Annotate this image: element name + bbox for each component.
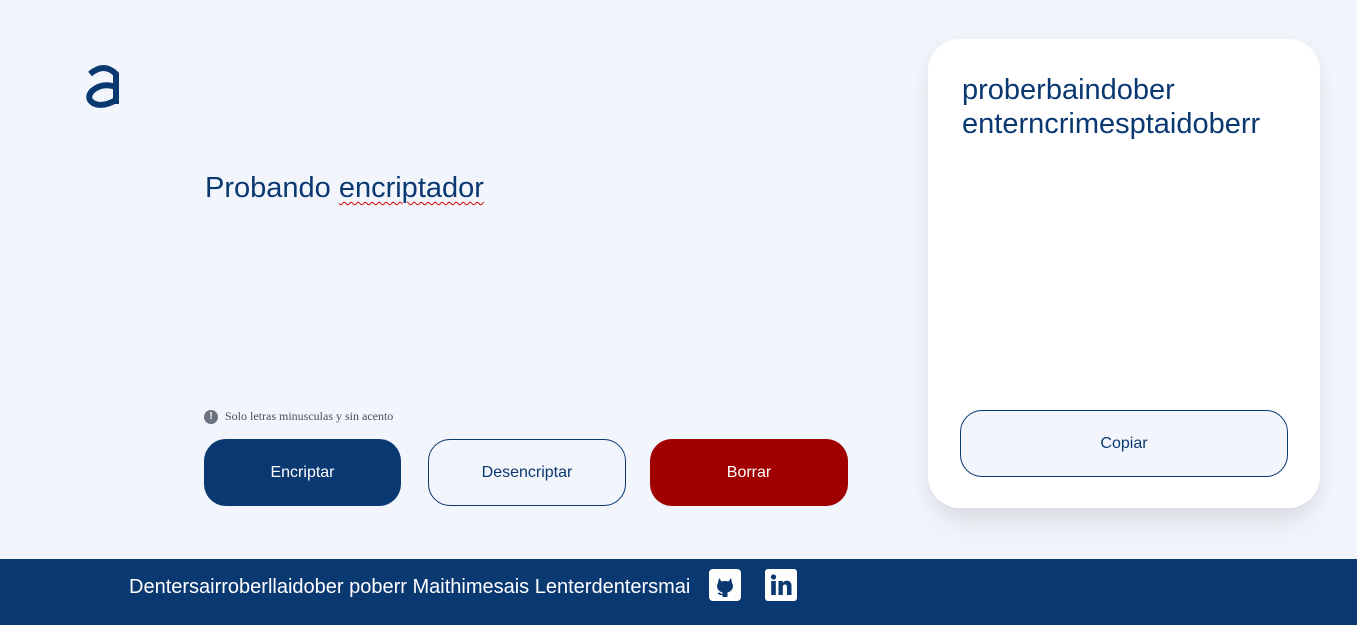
decrypt-button[interactable]: Desencriptar (428, 439, 626, 506)
hint-text: Solo letras minusculas y sin acento (225, 409, 394, 423)
encrypt-button[interactable]: Encriptar (204, 439, 401, 506)
linkedin-link[interactable] (765, 569, 797, 601)
result-text[interactable]: proberbaindober enterncrimesptaidoberr (962, 73, 1302, 141)
result-line: proberbaindober (962, 74, 1175, 106)
clear-button[interactable]: Borrar (650, 439, 848, 506)
footer: Dentersairroberllaidober poberr Maithime… (0, 559, 1357, 625)
input-text-plain: Probando (205, 172, 339, 204)
result-card: proberbaindober enterncrimesptaidoberr C… (928, 39, 1320, 508)
info-icon: ! (204, 409, 218, 424)
logo-icon (86, 65, 119, 108)
text-input[interactable]: Probando encriptador (205, 168, 865, 388)
footer-text: Dentersairroberllaidober poberr Maithime… (129, 576, 691, 598)
copy-button[interactable]: Copiar (960, 410, 1288, 477)
input-hint: ! Solo letras minusculas y sin acento (204, 409, 393, 424)
result-line: enterncrimesptaidoberr (962, 108, 1261, 140)
github-link[interactable] (709, 569, 741, 601)
linkedin-icon (765, 569, 797, 601)
input-text-misspelled: encriptador (338, 172, 484, 204)
github-icon (709, 569, 741, 601)
